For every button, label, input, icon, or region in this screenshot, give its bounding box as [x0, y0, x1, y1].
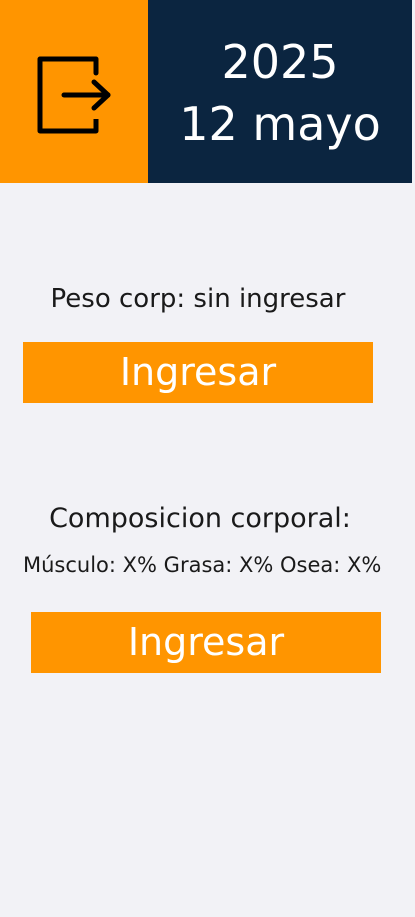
logout-button[interactable] — [0, 0, 148, 183]
date-year: 2025 — [221, 35, 339, 89]
date-display: 2025 12 mayo — [148, 0, 412, 183]
logout-icon — [37, 56, 111, 133]
composition-values: Músculo: X% Grasa: X% Osea: X% — [23, 553, 382, 577]
composition-label: Composicion corporal: — [49, 503, 351, 534]
header: 2025 12 mayo — [0, 0, 412, 183]
enter-composition-button[interactable]: Ingresar — [31, 612, 381, 673]
date-day: 12 mayo — [179, 97, 381, 151]
weight-label: Peso corp: sin ingresar — [50, 284, 346, 314]
enter-weight-button[interactable]: Ingresar — [23, 342, 373, 403]
